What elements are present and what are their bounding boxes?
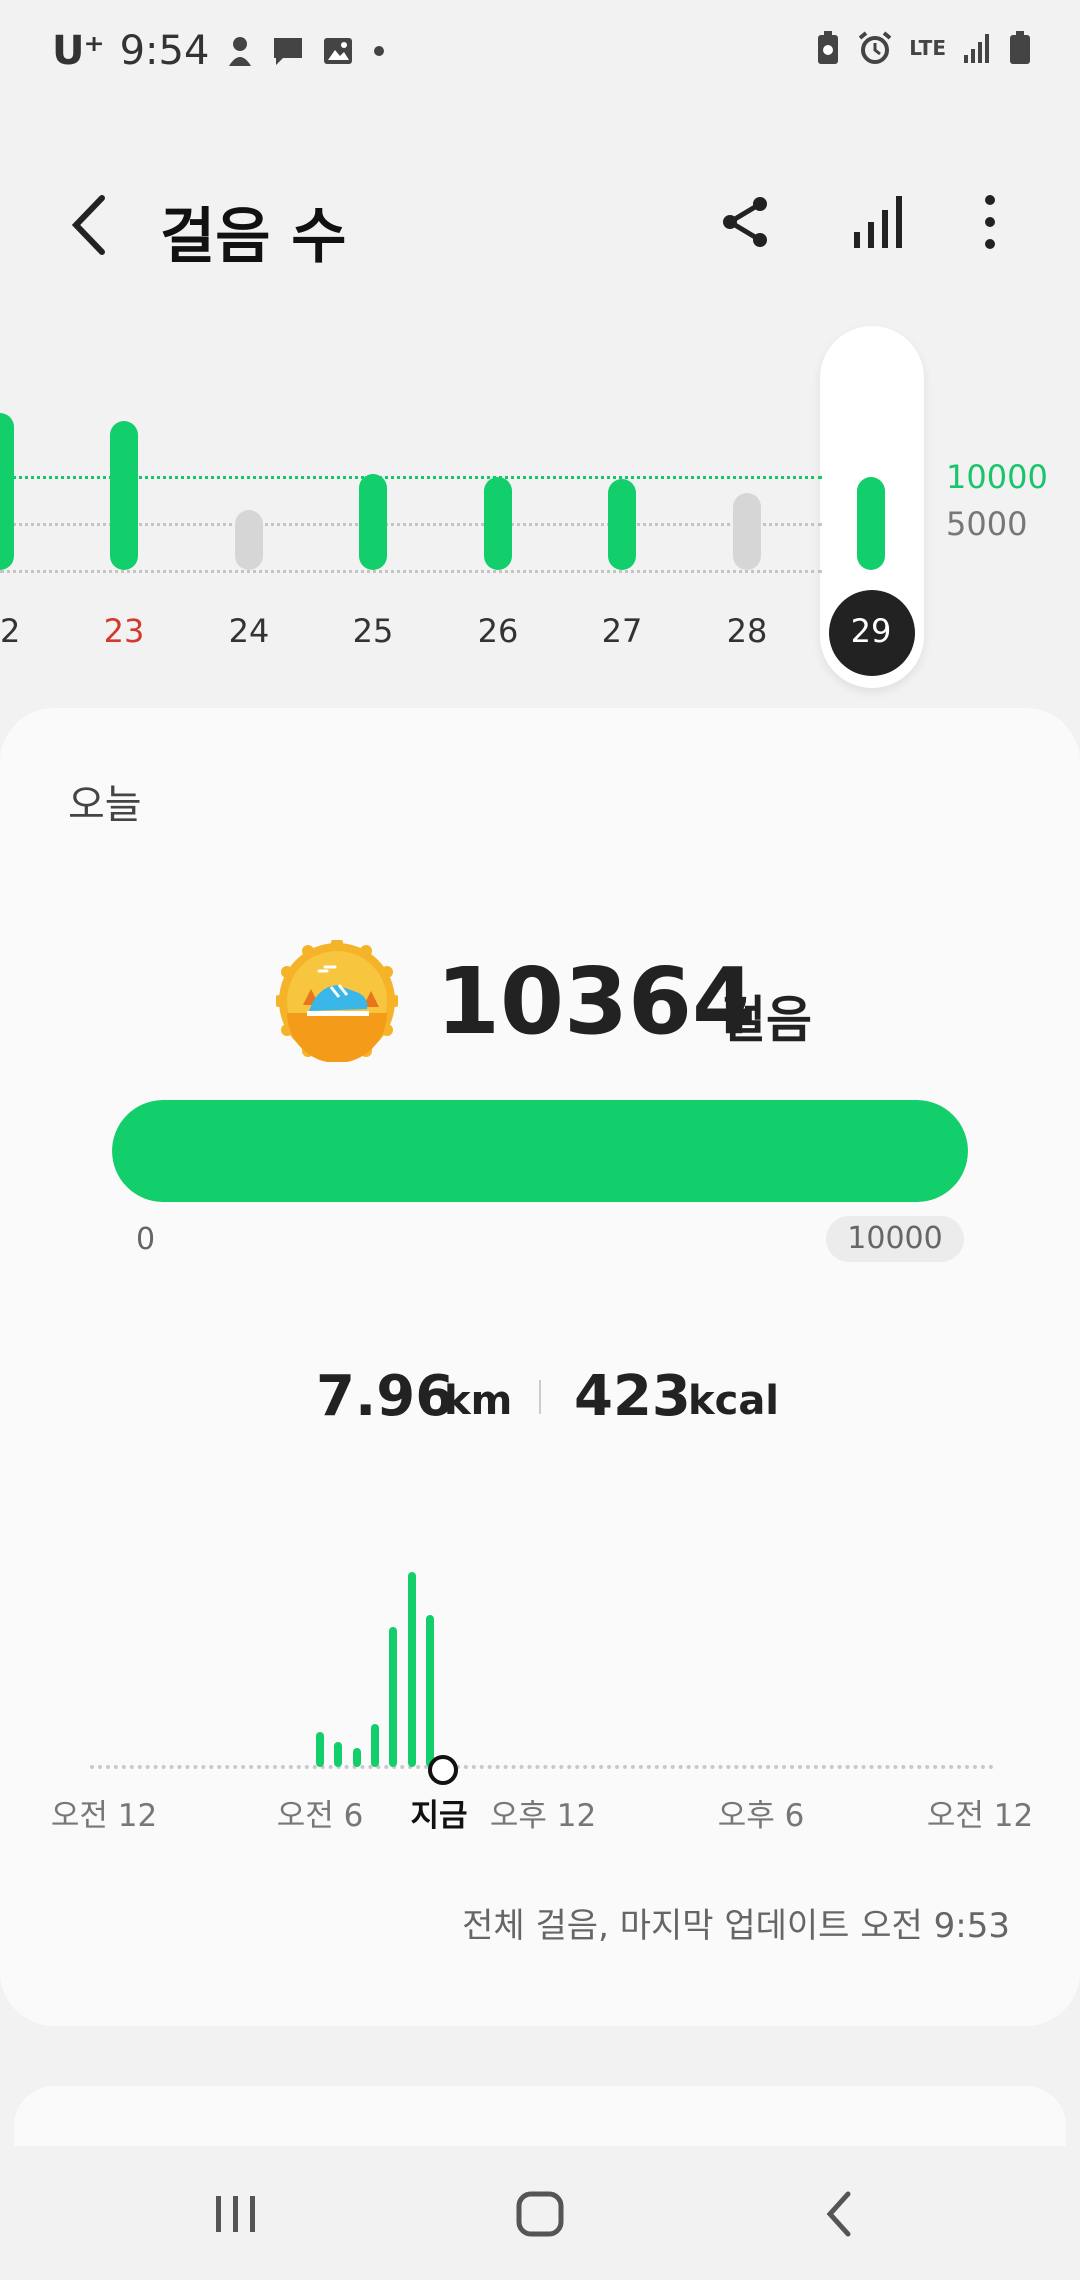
page-title: 걸음 수	[160, 202, 347, 272]
status-bar: U⁺ 9:54 LTE	[0, 0, 1080, 110]
time-tick-label: 오전 12	[50, 1798, 158, 1834]
steps-count: 10364	[436, 948, 757, 1055]
back-button[interactable]	[60, 190, 120, 260]
progress-min-label: 0	[136, 1222, 156, 1257]
status-left: U⁺ 9:54	[52, 28, 387, 74]
progress-goal-label: 10000	[826, 1216, 964, 1262]
hour-bar	[371, 1724, 379, 1767]
day-bar[interactable]	[110, 421, 138, 570]
hour-bar	[316, 1732, 324, 1767]
day-label[interactable]: 29	[831, 612, 911, 650]
alarm-icon	[858, 31, 892, 64]
hourly-baseline	[90, 1765, 994, 1769]
status-right: LTE	[815, 30, 1032, 66]
app-bar: 걸음 수	[0, 170, 1080, 280]
day-bar[interactable]	[857, 477, 885, 570]
baseline	[0, 570, 822, 573]
day-bar[interactable]	[484, 477, 512, 570]
goal-progress-fill	[112, 1100, 968, 1202]
recent-apps-icon	[216, 2196, 255, 2232]
time-tick-label: 오후 6	[717, 1798, 805, 1834]
hour-bar	[352, 1748, 361, 1767]
signal-icon	[964, 34, 989, 63]
system-back-button[interactable]	[800, 2174, 880, 2254]
back-arrow-icon	[71, 195, 105, 255]
today-label: 오늘	[68, 782, 142, 828]
time-tick-label: 오전 12	[926, 1798, 1034, 1834]
steps-unit: 걸음	[720, 991, 812, 1049]
day-bar[interactable]	[608, 479, 636, 570]
distance-value: 7.96	[316, 1364, 455, 1429]
message-icon	[274, 38, 303, 65]
last-update-text: 전체 걸음, 마지막 업데이트 오전 9:53	[462, 1906, 1010, 1946]
calories-unit: kcal	[688, 1378, 780, 1424]
more-notifications-icon	[374, 46, 385, 56]
bar-chart-icon	[854, 196, 902, 248]
gallery-icon	[324, 38, 353, 64]
hour-bar	[389, 1627, 398, 1767]
home-icon	[516, 2191, 564, 2237]
day-label[interactable]: 24	[209, 612, 289, 650]
now-marker	[428, 1755, 458, 1785]
hour-bar	[426, 1615, 434, 1767]
day-label[interactable]: 27	[582, 612, 662, 650]
status-time: 9:54	[119, 28, 210, 74]
trends-button[interactable]	[848, 192, 908, 252]
day-bar[interactable]	[235, 510, 263, 570]
network-type-label: LTE	[909, 36, 946, 60]
recent-apps-button[interactable]	[196, 2174, 276, 2254]
now-tick-label: 지금	[410, 1798, 468, 1834]
hour-bar	[407, 1572, 416, 1767]
day-label[interactable]: 28	[707, 612, 787, 650]
battery-saver-icon	[818, 31, 839, 64]
share-icon	[723, 197, 767, 247]
system-back-icon	[826, 2191, 851, 2237]
distance-unit: km	[444, 1378, 513, 1424]
share-button[interactable]	[716, 192, 776, 252]
calories-value: 423	[574, 1364, 691, 1429]
reference-axis-label: 5000	[946, 505, 1028, 543]
stat-divider	[539, 1380, 541, 1414]
goal-progress-bar	[112, 1100, 968, 1202]
more-options-button[interactable]	[960, 192, 1020, 252]
goal-axis-label: 10000	[946, 458, 1048, 496]
more-vertical-icon	[985, 195, 995, 249]
day-bar[interactable]	[0, 413, 14, 570]
home-button[interactable]	[500, 2174, 580, 2254]
time-tick-label: 오전 6	[276, 1798, 364, 1834]
day-label[interactable]: 25	[333, 612, 413, 650]
carrier-label: U⁺	[52, 28, 105, 74]
battery-icon	[1010, 31, 1030, 64]
app-notification-icon	[229, 37, 252, 66]
day-bar[interactable]	[733, 493, 761, 570]
day-label[interactable]: 23	[84, 612, 164, 650]
day-bar[interactable]	[359, 474, 387, 570]
time-tick-label: 오후 12	[489, 1798, 597, 1834]
hour-bar	[334, 1742, 343, 1767]
day-label[interactable]: 26	[458, 612, 538, 650]
day-label[interactable]: 22	[0, 612, 40, 650]
walking-medal-icon	[273, 937, 401, 1065]
